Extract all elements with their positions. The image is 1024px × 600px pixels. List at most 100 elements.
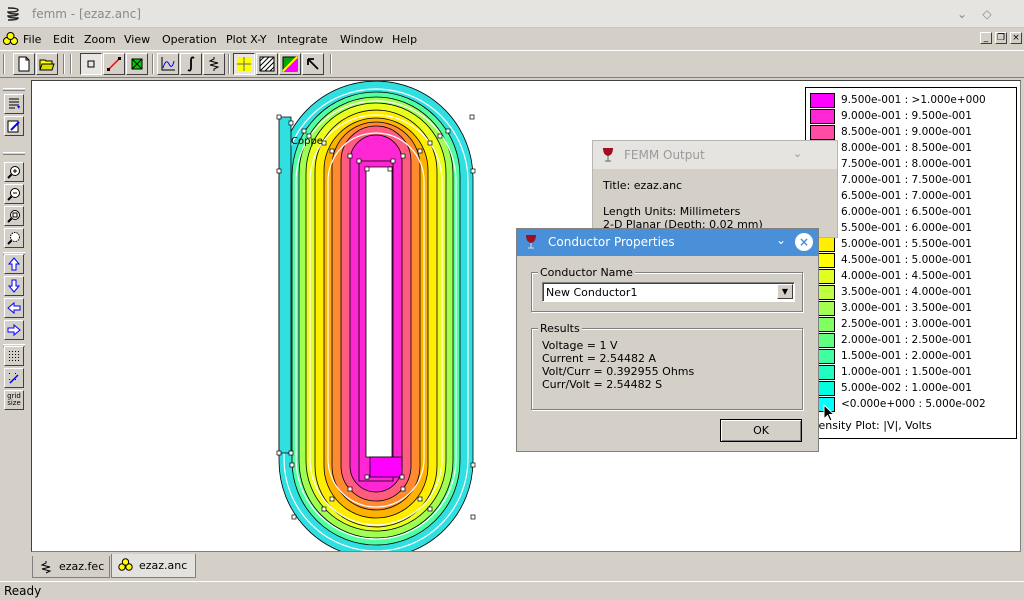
zoom-natural-button[interactable] (4, 206, 24, 226)
menu-integrate[interactable]: Integrate (277, 33, 328, 46)
arrow-icon (307, 58, 319, 70)
legend-label: 9.500e-001 : >1.000e+000 (841, 94, 986, 106)
tab-label: ezaz.anc (139, 559, 188, 572)
mesh-node[interactable] (289, 462, 295, 468)
mesh-node[interactable] (276, 114, 282, 120)
mdi-minimize-button[interactable]: _ (980, 32, 992, 44)
grid-size-button[interactable]: grid size (4, 390, 24, 410)
chevron-down-icon[interactable]: ⌄ (774, 233, 788, 249)
mesh-node[interactable] (437, 133, 443, 139)
show-grid-button[interactable] (4, 346, 24, 366)
menu-plot-xy[interactable]: Plot X-Y (226, 33, 267, 46)
integrate-button[interactable] (180, 53, 202, 75)
plot-xy-button[interactable] (157, 53, 179, 75)
ok-button[interactable]: OK (720, 419, 802, 442)
mesh-node[interactable] (347, 486, 353, 492)
menu-window[interactable]: Window (340, 33, 383, 46)
mdi-restore-button[interactable]: ❐ (995, 32, 1007, 44)
vector-plot-button[interactable] (302, 53, 324, 75)
density-plot-button[interactable] (256, 53, 278, 75)
legend-label: 5.000e-001 : 5.500e-001 (841, 238, 972, 250)
menu-help[interactable]: Help (392, 33, 417, 46)
point-mode-button[interactable] (80, 53, 102, 75)
tab-ezaz-anc[interactable]: ezaz.anc (111, 554, 196, 578)
status-bar: Ready (0, 581, 1024, 600)
close-icon[interactable]: × (795, 233, 813, 251)
legend-label: 9.000e-001 : 9.500e-001 (841, 110, 972, 122)
results-group: Results Voltage = 1 V Current = 2.54482 … (531, 322, 803, 410)
left-slab (278, 116, 292, 454)
mesh-node[interactable] (329, 496, 335, 502)
femm-app: femm - [ezaz.anc] ⌄ ◇ File Edit Zoom Vie… (0, 0, 1024, 600)
contour-mode-button[interactable] (103, 53, 125, 75)
area-mode-button[interactable] (126, 53, 148, 75)
mesh-node[interactable] (400, 153, 406, 159)
mesh-node[interactable] (470, 168, 476, 174)
pan-left-button[interactable] (4, 298, 24, 318)
left-toolbar: grid size (0, 84, 30, 554)
new-file-button[interactable] (13, 53, 35, 75)
zoom-in-button[interactable] (4, 162, 24, 182)
snap-grid-button[interactable] (4, 368, 24, 388)
zoom-out-button[interactable] (4, 184, 24, 204)
mesh-node[interactable] (364, 166, 370, 172)
mesh-node[interactable] (399, 474, 405, 480)
mesh-node[interactable] (400, 486, 406, 492)
mesh-node[interactable] (356, 158, 362, 164)
mesh-node[interactable] (445, 128, 451, 134)
legend-label: 3.500e-001 : 4.000e-001 (841, 286, 972, 298)
mesh-node[interactable] (364, 474, 370, 480)
toolbar-grip (3, 88, 25, 91)
pan-up-button[interactable] (4, 254, 24, 274)
contour-plot-button[interactable] (279, 53, 301, 75)
menu-zoom[interactable]: Zoom (84, 33, 116, 46)
selected-conductor: New Conductor1 (546, 286, 638, 299)
coil-icon (40, 561, 52, 574)
arrow-down-icon (7, 279, 21, 293)
mesh-node[interactable] (288, 120, 294, 126)
mesh-node[interactable] (276, 450, 282, 456)
mesh-node[interactable] (387, 166, 393, 172)
arrow-up-icon (7, 257, 21, 271)
mesh-node[interactable] (470, 462, 476, 468)
conductor-name-select[interactable]: New Conductor1 ▼ (542, 282, 795, 302)
show-results-button[interactable] (4, 94, 24, 114)
menu-file[interactable]: File (23, 33, 41, 46)
toolbar-separator (70, 54, 72, 74)
open-file-button[interactable] (36, 53, 58, 75)
mesh-node[interactable] (427, 506, 433, 512)
mesh-node[interactable] (390, 158, 396, 164)
menu-view[interactable]: View (124, 33, 150, 46)
mdi-close-button[interactable]: × (1010, 32, 1022, 44)
chevron-down-icon[interactable]: ⌄ (954, 6, 970, 22)
mesh-node[interactable] (301, 128, 307, 134)
pan-down-button[interactable] (4, 276, 24, 296)
mesh-node[interactable] (276, 168, 282, 174)
circuit-props-button[interactable] (203, 53, 225, 75)
mesh-node[interactable] (321, 506, 327, 512)
edit-results-button[interactable] (4, 116, 24, 136)
tab-ezaz-fec[interactable]: ezaz.fec (32, 556, 110, 578)
new-file-icon (18, 56, 30, 72)
mesh-node[interactable] (469, 114, 475, 120)
region-label: Coppe (291, 136, 323, 147)
menu-edit[interactable]: Edit (53, 33, 74, 46)
mesh-node[interactable] (417, 148, 423, 154)
mesh-node[interactable] (427, 140, 433, 146)
show-mesh-button[interactable] (233, 53, 255, 75)
mesh-node[interactable] (470, 514, 476, 520)
chevron-down-icon[interactable]: ⌄ (793, 147, 802, 160)
maximize-icon[interactable]: ◇ (979, 6, 995, 22)
pan-right-button[interactable] (4, 320, 24, 340)
point-icon (87, 60, 95, 68)
chevron-down-icon[interactable]: ▼ (777, 284, 793, 299)
mesh-node[interactable] (347, 153, 353, 159)
list-icon (9, 98, 20, 109)
mesh-node[interactable] (291, 514, 297, 520)
zoom-window-button[interactable] (4, 228, 24, 248)
toolbar-separator (152, 54, 154, 74)
mesh-node[interactable] (417, 496, 423, 502)
menu-operation[interactable]: Operation (162, 33, 217, 46)
mesh-node[interactable] (288, 450, 294, 456)
mesh-node[interactable] (329, 148, 335, 154)
